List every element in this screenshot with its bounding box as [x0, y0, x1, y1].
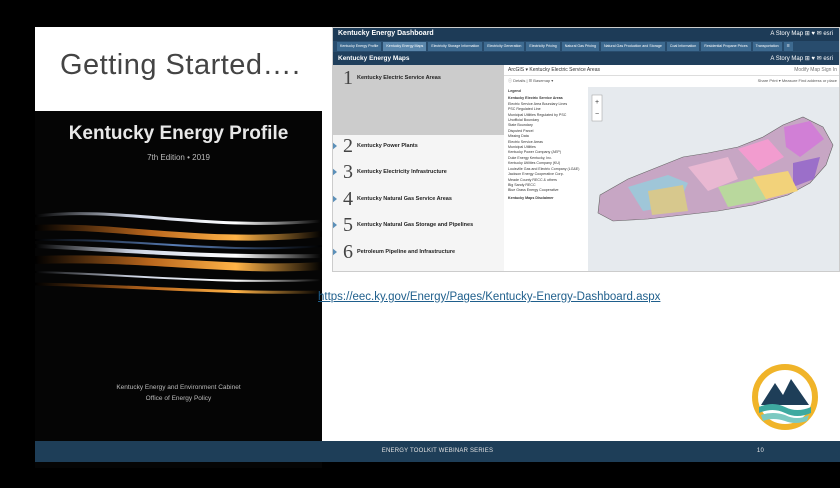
list-item-number: 1 — [343, 67, 353, 89]
tab-transportation[interactable]: Transportation — [752, 42, 782, 51]
dashboard-title: Kentucky Energy Dashboard — [338, 30, 434, 37]
arcgis-title[interactable]: ArcGIS ▾ Kentucky Electric Service Areas — [508, 67, 600, 73]
list-item-number: 3 — [343, 160, 353, 183]
list-item-label: Kentucky Electricity Infrastructure — [357, 169, 447, 175]
esri-badge[interactable]: A Story Map ⊞ ♥ ✉ esri — [770, 30, 833, 37]
list-item[interactable]: 2 Kentucky Power Plants — [333, 135, 504, 157]
map-list: 1 Kentucky Electric Service Areas 2 Kent… — [333, 65, 504, 271]
list-item-label: Kentucky Natural Gas Storage and Pipelin… — [357, 222, 474, 228]
menu-icon[interactable]: ☰ — [783, 42, 793, 51]
tab-electricity-storage[interactable]: Electricity Storage Information — [428, 42, 483, 51]
list-item[interactable]: 4 Kentucky Natural Gas Service Areas — [333, 188, 504, 210]
list-item-label: Kentucky Power Plants — [357, 143, 418, 149]
dashboard-tabs: Kentucky Energy Profile Kentucky Energy … — [333, 41, 839, 52]
slide: Getting Started…. Kentucky Energy Profil… — [35, 27, 840, 468]
energy-profile-cover: Kentucky Energy Profile 7th Edition • 20… — [35, 111, 322, 468]
legend-footer[interactable]: Kentucky Maps Disclaimer — [508, 196, 580, 201]
map-toolbar: ⓘ Details | ☰ Basemap ▾ Share Print ▾ Me… — [504, 76, 839, 85]
list-item-number: 5 — [343, 213, 353, 236]
section-title: Kentucky Energy Maps — [338, 55, 410, 62]
modify-map-link[interactable]: Modify Map Sign In — [794, 67, 837, 73]
chevron-right-icon — [333, 221, 337, 229]
cover-publisher-2: Office of Energy Policy — [145, 395, 212, 402]
tab-energy-profile[interactable]: Kentucky Energy Profile — [337, 42, 382, 51]
tab-electricity-generation[interactable]: Electricity Generation — [484, 42, 525, 51]
list-item-label: Petroleum Pipeline and Infrastructure — [357, 249, 456, 255]
tab-natural-gas-pricing[interactable]: Natural Gas Pricing — [561, 42, 599, 51]
chevron-right-icon — [333, 248, 337, 256]
kentucky-map[interactable]: + − — [588, 87, 840, 272]
list-item[interactable]: 1 Kentucky Electric Service Areas — [333, 65, 504, 135]
dashboard-header: Kentucky Energy Dashboard A Story Map ⊞ … — [333, 28, 839, 41]
list-item[interactable]: 5 Kentucky Natural Gas Storage and Pipel… — [333, 214, 504, 236]
list-item-label: Kentucky Natural Gas Service Areas — [357, 196, 452, 202]
map-tools[interactable]: Share Print ▾ Measure Find address or pl… — [758, 78, 837, 83]
tab-electricity-pricing[interactable]: Electricity Pricing — [526, 42, 560, 51]
list-item-number: 4 — [343, 187, 353, 210]
dashboard-url-link[interactable]: https://eec.ky.gov/Energy/Pages/Kentucky… — [318, 291, 660, 303]
details-basemap-buttons[interactable]: ⓘ Details | ☰ Basemap ▾ — [508, 78, 553, 83]
cover-title: Kentucky Energy Profile — [68, 123, 289, 144]
list-item[interactable]: 6 Petroleum Pipeline and Infrastructure — [333, 241, 504, 263]
footer-bar: ENERGY TOOLKIT WEBINAR SERIES 10 — [35, 441, 840, 462]
cover-publisher-1: Kentucky Energy and Environment Cabinet — [116, 384, 241, 391]
svg-text:−: − — [595, 111, 599, 118]
list-item[interactable]: 3 Kentucky Electricity Infrastructure — [333, 161, 504, 183]
tab-propane-prices[interactable]: Residential Propane Prices — [701, 42, 751, 51]
page-number: 10 — [756, 448, 764, 454]
kentucky-energy-cabinet-seal — [739, 351, 831, 443]
slide-title: Getting Started…. — [60, 49, 301, 81]
dashboard-screenshot: Kentucky Energy Dashboard A Story Map ⊞ … — [332, 27, 840, 272]
cover-edition: 7th Edition • 2019 — [147, 153, 210, 162]
legend-title: Legend — [508, 89, 521, 93]
chevron-right-icon — [333, 195, 337, 203]
chevron-right-icon — [333, 168, 337, 176]
list-item-label: Kentucky Electric Service Areas — [357, 75, 441, 81]
arcgis-header: ArcGIS ▾ Kentucky Electric Service Areas… — [504, 65, 839, 76]
chevron-right-icon — [333, 142, 337, 150]
tab-coal-information[interactable]: Coal Information — [666, 42, 700, 51]
tab-natural-gas-production[interactable]: Natural Gas Production and Storage — [600, 42, 665, 51]
arcgis-map-panel: ArcGIS ▾ Kentucky Electric Service Areas… — [504, 65, 840, 272]
footer-text: ENERGY TOOLKIT WEBINAR SERIES — [381, 448, 494, 454]
tab-energy-maps[interactable]: Kentucky Energy Maps — [383, 42, 427, 51]
list-item-number: 2 — [343, 134, 353, 157]
light-streaks-image — [35, 212, 322, 294]
section-header: Kentucky Energy Maps A Story Map ⊞ ♥ ✉ e… — [333, 52, 839, 65]
list-item-number: 6 — [343, 240, 353, 263]
legend-item: Blue Grass Energy Cooperative — [508, 188, 559, 193]
map-legend: Legend Kentucky Electric Service Areas E… — [508, 87, 580, 271]
svg-text:+: + — [595, 99, 599, 106]
section-esri-badge[interactable]: A Story Map ⊞ ♥ ✉ esri — [770, 55, 833, 62]
